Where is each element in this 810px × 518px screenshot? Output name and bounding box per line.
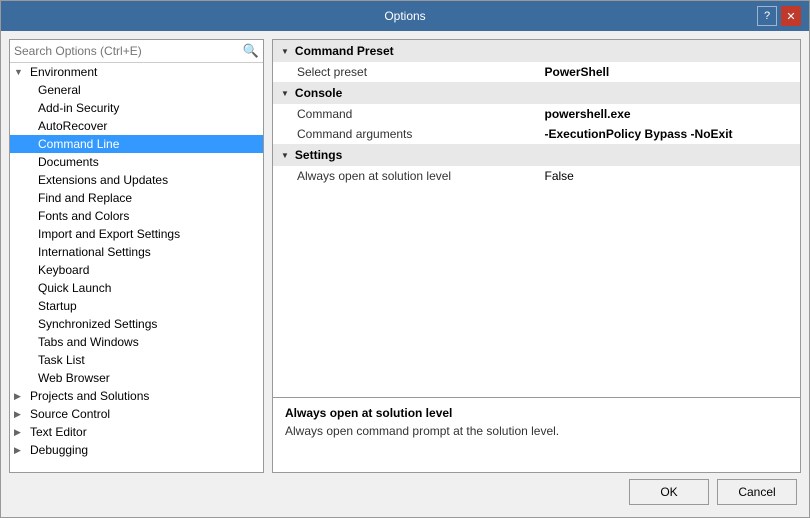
setting-key: Command [297,107,545,121]
tree-item-autorecover[interactable]: AutoRecover [10,117,263,135]
description-text: Always open command prompt at the soluti… [285,424,788,438]
tree-item-label: General [38,83,259,97]
section-header-label: Settings [295,148,342,162]
section-collapse-icon: ▼ [281,47,289,56]
tree-item-synchronized-settings[interactable]: Synchronized Settings [10,315,263,333]
tree-item-label: Startup [38,299,259,313]
tree-item-text-editor[interactable]: ▶ Text Editor [10,423,263,441]
tree-item-label: Command Line [38,137,259,151]
tree-item-label: Fonts and Colors [38,209,259,223]
section-header-label: Command Preset [295,44,394,58]
section-header-command-preset: ▼ Command Preset [273,40,800,62]
tree-item-source-control[interactable]: ▶ Source Control [10,405,263,423]
tree-item-startup[interactable]: Startup [10,297,263,315]
setting-key: Command arguments [297,127,545,141]
tree-item-label: Text Editor [30,425,259,439]
tree-item-find-replace[interactable]: Find and Replace [10,189,263,207]
expand-arrow: ▼ [14,67,30,77]
title-bar-controls: ? ✕ [757,6,801,26]
settings-row-command-args[interactable]: Command arguments -ExecutionPolicy Bypas… [273,124,800,144]
expand-arrow: ▶ [14,391,30,402]
tree-item-environment[interactable]: ▼ Environment [10,63,263,81]
right-panel: ▼ Command Preset Select preset PowerShel… [272,39,801,473]
setting-value: PowerShell [545,65,793,79]
tree-item-label: AutoRecover [38,119,259,133]
section-collapse-icon: ▼ [281,151,289,160]
dialog-footer: OK Cancel [9,473,801,509]
title-bar: Options ? ✕ [1,1,809,31]
tree-item-label: Find and Replace [38,191,259,205]
expand-arrow: ▶ [14,445,30,456]
search-box[interactable]: 🔍 [10,40,263,63]
tree-item-task-list[interactable]: Task List [10,351,263,369]
tree-item-label: Source Control [30,407,259,421]
tree-item-quick-launch[interactable]: Quick Launch [10,279,263,297]
tree-item-label: Keyboard [38,263,259,277]
description-panel: Always open at solution level Always ope… [272,398,801,473]
settings-row-always-open[interactable]: Always open at solution level False [273,166,800,186]
setting-value: -ExecutionPolicy Bypass -NoExit [545,127,793,141]
tree-item-web-browser[interactable]: Web Browser [10,369,263,387]
tree-item-keyboard[interactable]: Keyboard [10,261,263,279]
tree-item-label: Tabs and Windows [38,335,259,349]
section-header-settings: ▼ Settings [273,144,800,166]
tree-item-label: Add-in Security [38,101,259,115]
tree-item-label: Environment [30,65,259,79]
tree-item-label: Projects and Solutions [30,389,259,403]
ok-button[interactable]: OK [629,479,709,505]
setting-key: Select preset [297,65,545,79]
section-header-console: ▼ Console [273,82,800,104]
expand-arrow: ▶ [14,409,30,420]
tree-item-general[interactable]: General [10,81,263,99]
search-input[interactable] [14,44,243,58]
tree-item-label: Quick Launch [38,281,259,295]
dialog-body: 🔍 ▼ Environment General Add-in Security [1,31,809,517]
settings-panel: ▼ Command Preset Select preset PowerShel… [272,39,801,398]
close-button[interactable]: ✕ [781,6,801,26]
tree-item-international[interactable]: International Settings [10,243,263,261]
tree-item-label: Import and Export Settings [38,227,259,241]
tree-item-addin-security[interactable]: Add-in Security [10,99,263,117]
section-collapse-icon: ▼ [281,89,289,98]
expand-arrow: ▶ [14,427,30,438]
tree-item-documents[interactable]: Documents [10,153,263,171]
tree-item-command-line[interactable]: Command Line [10,135,263,153]
help-button[interactable]: ? [757,6,777,26]
section-header-label: Console [295,86,342,100]
settings-row-command[interactable]: Command powershell.exe [273,104,800,124]
tree-item-label: Task List [38,353,259,367]
tree-item-label: Extensions and Updates [38,173,259,187]
search-icon: 🔍 [243,43,259,59]
tree-view: ▼ Environment General Add-in Security Au… [10,63,263,472]
settings-row-select-preset[interactable]: Select preset PowerShell [273,62,800,82]
cancel-button[interactable]: Cancel [717,479,797,505]
tree-item-projects-solutions[interactable]: ▶ Projects and Solutions [10,387,263,405]
tree-item-import-export[interactable]: Import and Export Settings [10,225,263,243]
setting-value: powershell.exe [545,107,793,121]
description-title: Always open at solution level [285,406,788,420]
tree-item-tabs-windows[interactable]: Tabs and Windows [10,333,263,351]
setting-value: False [545,169,793,183]
tree-item-extensions-updates[interactable]: Extensions and Updates [10,171,263,189]
tree-item-label: Synchronized Settings [38,317,259,331]
options-dialog: Options ? ✕ 🔍 ▼ Environment [0,0,810,518]
left-panel: 🔍 ▼ Environment General Add-in Security [9,39,264,473]
tree-item-fonts-colors[interactable]: Fonts and Colors [10,207,263,225]
dialog-title: Options [53,9,757,23]
tree-item-label: International Settings [38,245,259,259]
tree-item-label: Documents [38,155,259,169]
tree-item-label: Web Browser [38,371,259,385]
dialog-content: 🔍 ▼ Environment General Add-in Security [9,39,801,473]
tree-item-debugging[interactable]: ▶ Debugging [10,441,263,459]
tree-item-label: Debugging [30,443,259,457]
setting-key: Always open at solution level [297,169,545,183]
